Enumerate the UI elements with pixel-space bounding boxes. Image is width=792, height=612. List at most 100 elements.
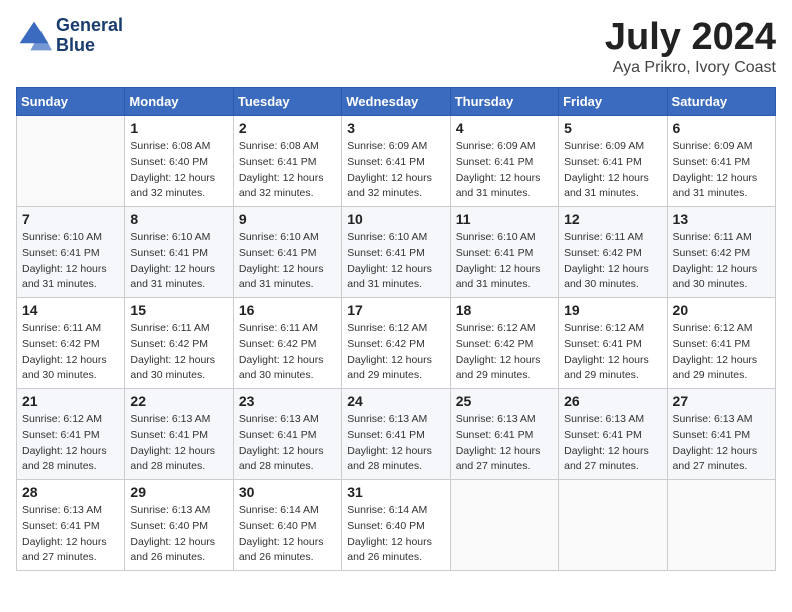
day-number: 13 [673, 211, 770, 227]
calendar-cell: 4 Sunrise: 6:09 AMSunset: 6:41 PMDaylight… [450, 116, 558, 207]
day-number: 22 [130, 393, 227, 409]
day-info: Sunrise: 6:11 AMSunset: 6:42 PMDaylight:… [22, 321, 119, 384]
calendar-cell [17, 116, 125, 207]
day-number: 31 [347, 484, 444, 500]
weekday-header-cell: Sunday [17, 88, 125, 116]
calendar-cell: 12 Sunrise: 6:11 AMSunset: 6:42 PMDayligh… [559, 207, 667, 298]
weekday-header-row: SundayMondayTuesdayWednesdayThursdayFrid… [17, 88, 776, 116]
day-number: 14 [22, 302, 119, 318]
weekday-header-cell: Monday [125, 88, 233, 116]
day-info: Sunrise: 6:12 AMSunset: 6:41 PMDaylight:… [22, 412, 119, 475]
day-number: 16 [239, 302, 336, 318]
calendar-cell: 2 Sunrise: 6:08 AMSunset: 6:41 PMDaylight… [233, 116, 341, 207]
day-info: Sunrise: 6:12 AMSunset: 6:41 PMDaylight:… [564, 321, 661, 384]
calendar-cell: 17 Sunrise: 6:12 AMSunset: 6:42 PMDayligh… [342, 298, 450, 389]
calendar-cell: 25Sunrise: 6:13 AMSunset: 6:41 PMDayligh… [450, 389, 558, 480]
calendar-cell [450, 480, 558, 571]
day-number: 3 [347, 120, 444, 136]
weekday-header-cell: Saturday [667, 88, 775, 116]
day-info: Sunrise: 6:11 AMSunset: 6:42 PMDaylight:… [564, 230, 661, 293]
calendar-cell: 20Sunrise: 6:12 AMSunset: 6:41 PMDayligh… [667, 298, 775, 389]
day-info: Sunrise: 6:14 AMSunset: 6:40 PMDaylight:… [347, 503, 444, 566]
day-info: Sunrise: 6:09 AMSunset: 6:41 PMDaylight:… [564, 139, 661, 202]
calendar-cell [559, 480, 667, 571]
day-number: 1 [130, 120, 227, 136]
logo: General Blue [16, 16, 123, 56]
day-number: 28 [22, 484, 119, 500]
calendar-cell: 15Sunrise: 6:11 AMSunset: 6:42 PMDayligh… [125, 298, 233, 389]
calendar-week-row: 14 Sunrise: 6:11 AMSunset: 6:42 PMDayligh… [17, 298, 776, 389]
day-number: 19 [564, 302, 661, 318]
calendar-cell: 8 Sunrise: 6:10 AMSunset: 6:41 PMDaylight… [125, 207, 233, 298]
day-info: Sunrise: 6:13 AMSunset: 6:41 PMDaylight:… [22, 503, 119, 566]
calendar-cell: 27 Sunrise: 6:13 AMSunset: 6:41 PMDayligh… [667, 389, 775, 480]
day-number: 2 [239, 120, 336, 136]
day-info: Sunrise: 6:13 AMSunset: 6:40 PMDaylight:… [130, 503, 227, 566]
day-number: 30 [239, 484, 336, 500]
weekday-header-cell: Thursday [450, 88, 558, 116]
day-info: Sunrise: 6:10 AMSunset: 6:41 PMDaylight:… [347, 230, 444, 293]
day-number: 6 [673, 120, 770, 136]
day-number: 11 [456, 211, 553, 227]
day-info: Sunrise: 6:13 AMSunset: 6:41 PMDaylight:… [239, 412, 336, 475]
subtitle: Aya Prikro, Ivory Coast [605, 59, 776, 77]
calendar-cell: 16 Sunrise: 6:11 AMSunset: 6:42 PMDayligh… [233, 298, 341, 389]
day-number: 10 [347, 211, 444, 227]
calendar-cell: 22 Sunrise: 6:13 AMSunset: 6:41 PMDayligh… [125, 389, 233, 480]
day-info: Sunrise: 6:13 AMSunset: 6:41 PMDaylight:… [347, 412, 444, 475]
day-info: Sunrise: 6:12 AMSunset: 6:42 PMDaylight:… [456, 321, 553, 384]
day-info: Sunrise: 6:13 AMSunset: 6:41 PMDaylight:… [564, 412, 661, 475]
calendar-cell: 10 Sunrise: 6:10 AMSunset: 6:41 PMDayligh… [342, 207, 450, 298]
weekday-header-cell: Friday [559, 88, 667, 116]
day-info: Sunrise: 6:09 AMSunset: 6:41 PMDaylight:… [456, 139, 553, 202]
calendar-cell: 7 Sunrise: 6:10 AMSunset: 6:41 PMDaylight… [17, 207, 125, 298]
day-number: 21 [22, 393, 119, 409]
calendar-cell: 1 Sunrise: 6:08 AMSunset: 6:40 PMDaylight… [125, 116, 233, 207]
day-number: 8 [130, 211, 227, 227]
day-number: 23 [239, 393, 336, 409]
day-info: Sunrise: 6:13 AMSunset: 6:41 PMDaylight:… [673, 412, 770, 475]
main-title: July 2024 [605, 16, 776, 59]
day-info: Sunrise: 6:08 AMSunset: 6:40 PMDaylight:… [130, 139, 227, 202]
day-number: 9 [239, 211, 336, 227]
day-info: Sunrise: 6:11 AMSunset: 6:42 PMDaylight:… [673, 230, 770, 293]
calendar-cell: 30 Sunrise: 6:14 AMSunset: 6:40 PMDayligh… [233, 480, 341, 571]
day-info: Sunrise: 6:12 AMSunset: 6:41 PMDaylight:… [673, 321, 770, 384]
calendar-cell: 3 Sunrise: 6:09 AMSunset: 6:41 PMDaylight… [342, 116, 450, 207]
calendar-cell: 24 Sunrise: 6:13 AMSunset: 6:41 PMDayligh… [342, 389, 450, 480]
calendar-cell: 31 Sunrise: 6:14 AMSunset: 6:40 PMDayligh… [342, 480, 450, 571]
day-info: Sunrise: 6:08 AMSunset: 6:41 PMDaylight:… [239, 139, 336, 202]
day-info: Sunrise: 6:12 AMSunset: 6:42 PMDaylight:… [347, 321, 444, 384]
day-info: Sunrise: 6:10 AMSunset: 6:41 PMDaylight:… [22, 230, 119, 293]
day-number: 24 [347, 393, 444, 409]
calendar-cell: 28 Sunrise: 6:13 AMSunset: 6:41 PMDayligh… [17, 480, 125, 571]
day-number: 15 [130, 302, 227, 318]
title-area: July 2024 Aya Prikro, Ivory Coast [605, 16, 776, 77]
header: General Blue July 2024 Aya Prikro, Ivory… [16, 16, 776, 77]
calendar-table: SundayMondayTuesdayWednesdayThursdayFrid… [16, 87, 776, 571]
calendar-week-row: 21 Sunrise: 6:12 AMSunset: 6:41 PMDayligh… [17, 389, 776, 480]
day-number: 17 [347, 302, 444, 318]
day-info: Sunrise: 6:14 AMSunset: 6:40 PMDaylight:… [239, 503, 336, 566]
weekday-header-cell: Wednesday [342, 88, 450, 116]
calendar-cell: 29Sunrise: 6:13 AMSunset: 6:40 PMDayligh… [125, 480, 233, 571]
day-info: Sunrise: 6:09 AMSunset: 6:41 PMDaylight:… [347, 139, 444, 202]
calendar-cell: 5Sunrise: 6:09 AMSunset: 6:41 PMDaylight… [559, 116, 667, 207]
day-number: 27 [673, 393, 770, 409]
day-info: Sunrise: 6:11 AMSunset: 6:42 PMDaylight:… [239, 321, 336, 384]
day-info: Sunrise: 6:10 AMSunset: 6:41 PMDaylight:… [239, 230, 336, 293]
day-number: 25 [456, 393, 553, 409]
calendar-cell: 14 Sunrise: 6:11 AMSunset: 6:42 PMDayligh… [17, 298, 125, 389]
calendar-cell: 11Sunrise: 6:10 AMSunset: 6:41 PMDayligh… [450, 207, 558, 298]
day-number: 7 [22, 211, 119, 227]
day-number: 4 [456, 120, 553, 136]
calendar-cell: 19 Sunrise: 6:12 AMSunset: 6:41 PMDayligh… [559, 298, 667, 389]
calendar-cell: 13 Sunrise: 6:11 AMSunset: 6:42 PMDayligh… [667, 207, 775, 298]
calendar-cell [667, 480, 775, 571]
day-info: Sunrise: 6:10 AMSunset: 6:41 PMDaylight:… [130, 230, 227, 293]
day-info: Sunrise: 6:09 AMSunset: 6:41 PMDaylight:… [673, 139, 770, 202]
calendar-cell: 18Sunrise: 6:12 AMSunset: 6:42 PMDayligh… [450, 298, 558, 389]
day-info: Sunrise: 6:13 AMSunset: 6:41 PMDaylight:… [130, 412, 227, 475]
day-number: 12 [564, 211, 661, 227]
calendar-cell: 23 Sunrise: 6:13 AMSunset: 6:41 PMDayligh… [233, 389, 341, 480]
